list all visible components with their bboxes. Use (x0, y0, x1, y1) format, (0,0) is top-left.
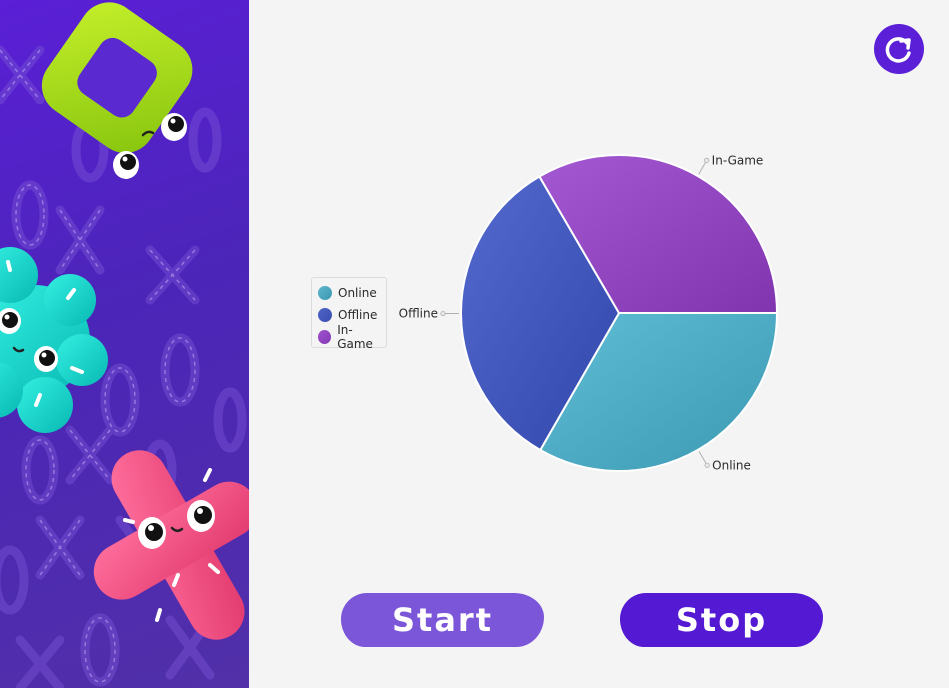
legend-item-in-game: In-Game (318, 323, 386, 351)
legend-swatch-offline (318, 308, 332, 322)
refresh-button[interactable] (874, 24, 924, 74)
legend-label: Offline (338, 308, 378, 322)
cyan-flower-mascot (0, 247, 108, 433)
pie-label-in-game: In-Game (712, 153, 764, 167)
refresh-icon (885, 37, 911, 63)
label-anchor-dot (440, 310, 446, 317)
stop-button[interactable]: Stop (620, 593, 823, 647)
decorative-sidebar (0, 0, 249, 688)
legend-item-online: Online (318, 282, 386, 304)
legend-swatch-online (318, 286, 332, 300)
legend-label: In-Game (337, 323, 373, 351)
label-anchor-dot (704, 157, 710, 163)
chart-legend: Online Offline In-Game (311, 277, 387, 351)
legend-label: Online (338, 286, 377, 300)
legend-swatch-in-game (318, 330, 332, 344)
pie-label-offline: Offline (399, 307, 438, 321)
green-square-mascot (41, 2, 193, 179)
label-anchor-dot (704, 462, 710, 468)
pie-label-online: Online (712, 458, 751, 472)
mascot-illustration (0, 2, 249, 688)
start-button[interactable]: Start (341, 593, 544, 647)
